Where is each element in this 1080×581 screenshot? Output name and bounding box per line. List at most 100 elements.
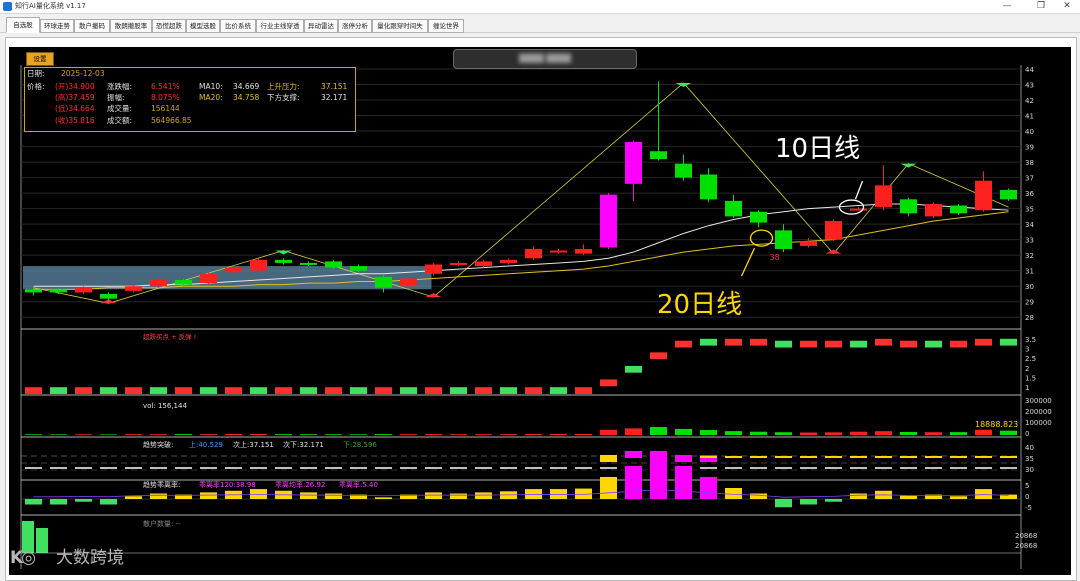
tab-anomaly-radar[interactable]: 异动雷达: [304, 19, 338, 33]
panel4-gray-bar: [100, 467, 117, 469]
panel4-yellow-bar: [725, 456, 742, 458]
panel4-gray-bar: [575, 467, 592, 469]
date-value: 2025-12-03: [61, 69, 105, 78]
candle-body: [250, 259, 267, 271]
volume-bar: [150, 434, 167, 435]
ma10-annotation: 10日线: [775, 134, 860, 164]
candle-body: [675, 163, 692, 178]
tab-model-select[interactable]: 模型选股: [186, 19, 220, 33]
panel2-label: 超跌买点 + 反弹 !: [143, 332, 196, 341]
panel4-gray-bar: [875, 467, 892, 469]
panel2-bar: [625, 365, 642, 373]
panel2-bar: [825, 340, 842, 348]
tab-limit-up[interactable]: 涨停分析: [338, 19, 372, 33]
tab-watchlist[interactable]: 自选股: [6, 17, 40, 33]
panel4-gray-bar: [900, 467, 917, 469]
panel2-bar: [250, 387, 267, 394]
deviation-bar: [200, 492, 217, 499]
deviation-bar: [775, 499, 792, 508]
panel4-gray-bar: [975, 467, 992, 469]
price-label: 价格:: [27, 82, 45, 91]
volume-bar: [75, 434, 92, 435]
panel4-gray-bar: [600, 467, 617, 469]
price-tick-label: 30: [1025, 283, 1034, 291]
volume-bar: [950, 432, 967, 435]
watermark-logo: K◎: [10, 548, 36, 568]
panel2-bar: [775, 340, 792, 348]
stock-symbol: ████ ████: [519, 54, 571, 63]
candle-body: [1000, 190, 1017, 200]
candle-body: [750, 211, 767, 223]
candle-body: [825, 221, 842, 240]
panel5-series-b: 乖离均率:26.92: [275, 480, 325, 489]
ma20-value: 34.758: [233, 93, 260, 102]
deviation-bar: [650, 455, 667, 499]
candle-body: [850, 208, 867, 211]
deviation-bar: [900, 495, 917, 499]
panel2-bar: [875, 338, 892, 346]
candle-body: [925, 203, 942, 217]
panel2-bar: [450, 387, 467, 394]
app-icon: [3, 2, 12, 11]
panel4-tick-label: 35: [1025, 455, 1034, 463]
settings-button[interactable]: 设置: [26, 52, 54, 66]
panel4-yellow-bar: [825, 456, 842, 458]
panel2-bar: [350, 387, 367, 394]
change-label: 涨跌幅:: [107, 82, 133, 91]
volume-bar: [975, 429, 992, 435]
stock-symbol-box[interactable]: ████ ████: [453, 49, 637, 69]
volume-bar: [500, 434, 517, 435]
panel2-tick-label: 1: [1025, 384, 1029, 392]
panel2-bar: [475, 387, 492, 394]
deviation-bar: [975, 489, 992, 499]
price-tick-label: 31: [1025, 268, 1034, 276]
panel4-gray-bar: [925, 467, 942, 469]
panel5-tick-label: 0: [1025, 493, 1029, 501]
tab-sector-mainline[interactable]: 行业主线穿透: [256, 19, 304, 33]
tab-retail-ratio[interactable]: 散朗撤股率: [110, 19, 152, 33]
panel2-bar: [25, 387, 42, 394]
restore-button[interactable]: ❐: [1028, 0, 1054, 13]
volume-bar: [450, 434, 467, 435]
tab-retail-chips[interactable]: 散户撤码: [74, 19, 110, 33]
panel4-gray-bar: [350, 467, 367, 469]
panel4-gray-bar: [800, 467, 817, 469]
deviation-bar: [725, 488, 742, 499]
tab-price-compare[interactable]: 比价系统: [220, 19, 256, 33]
panel4-gray-bar: [425, 467, 442, 469]
volume-bar: [850, 431, 867, 435]
candle-body: [800, 241, 817, 246]
tab-panic-oversold[interactable]: 恐慌超跌: [152, 19, 186, 33]
price-tick-label: 43: [1025, 82, 1034, 90]
panel2-bar: [575, 387, 592, 394]
resistance-label: 上升压力:: [267, 82, 300, 91]
volume-bar: [375, 434, 392, 435]
panel3-tick-label: 300000: [1025, 397, 1052, 405]
volume-bar: [700, 430, 717, 435]
panel4-highlight-bar: [600, 455, 617, 462]
change-value: 6.541%: [151, 82, 180, 91]
minimize-button[interactable]: —: [994, 0, 1020, 13]
panel4-gray-bar: [1000, 467, 1017, 469]
candle-body: [525, 248, 542, 259]
panel2-bar: [300, 387, 317, 394]
tab-quant-timing[interactable]: 量化跟穿时间失: [372, 19, 428, 33]
candle-body: [450, 262, 467, 265]
panel4-gray-bar: [75, 467, 92, 469]
panel4-gray-bar: [125, 467, 142, 469]
tab-global-trend[interactable]: 环球走势: [40, 19, 74, 33]
deviation-bar: [475, 492, 492, 499]
volume-bar: [600, 429, 617, 435]
deviation-bar: [125, 496, 142, 499]
price-tick-label: 33: [1025, 237, 1034, 245]
high-value: (高)37.459: [55, 93, 95, 102]
panel2-bar: [725, 338, 742, 346]
deviation-bar: [625, 466, 642, 499]
volume-bar: [175, 434, 192, 435]
panel4-highlight-bar: [625, 451, 642, 458]
panel2-bar: [750, 338, 767, 346]
volume-bar: [425, 434, 442, 435]
close-button[interactable]: ✕: [1054, 0, 1080, 13]
panel2-bar: [950, 340, 967, 348]
tab-chan-theory[interactable]: 缠论世界: [428, 19, 464, 33]
